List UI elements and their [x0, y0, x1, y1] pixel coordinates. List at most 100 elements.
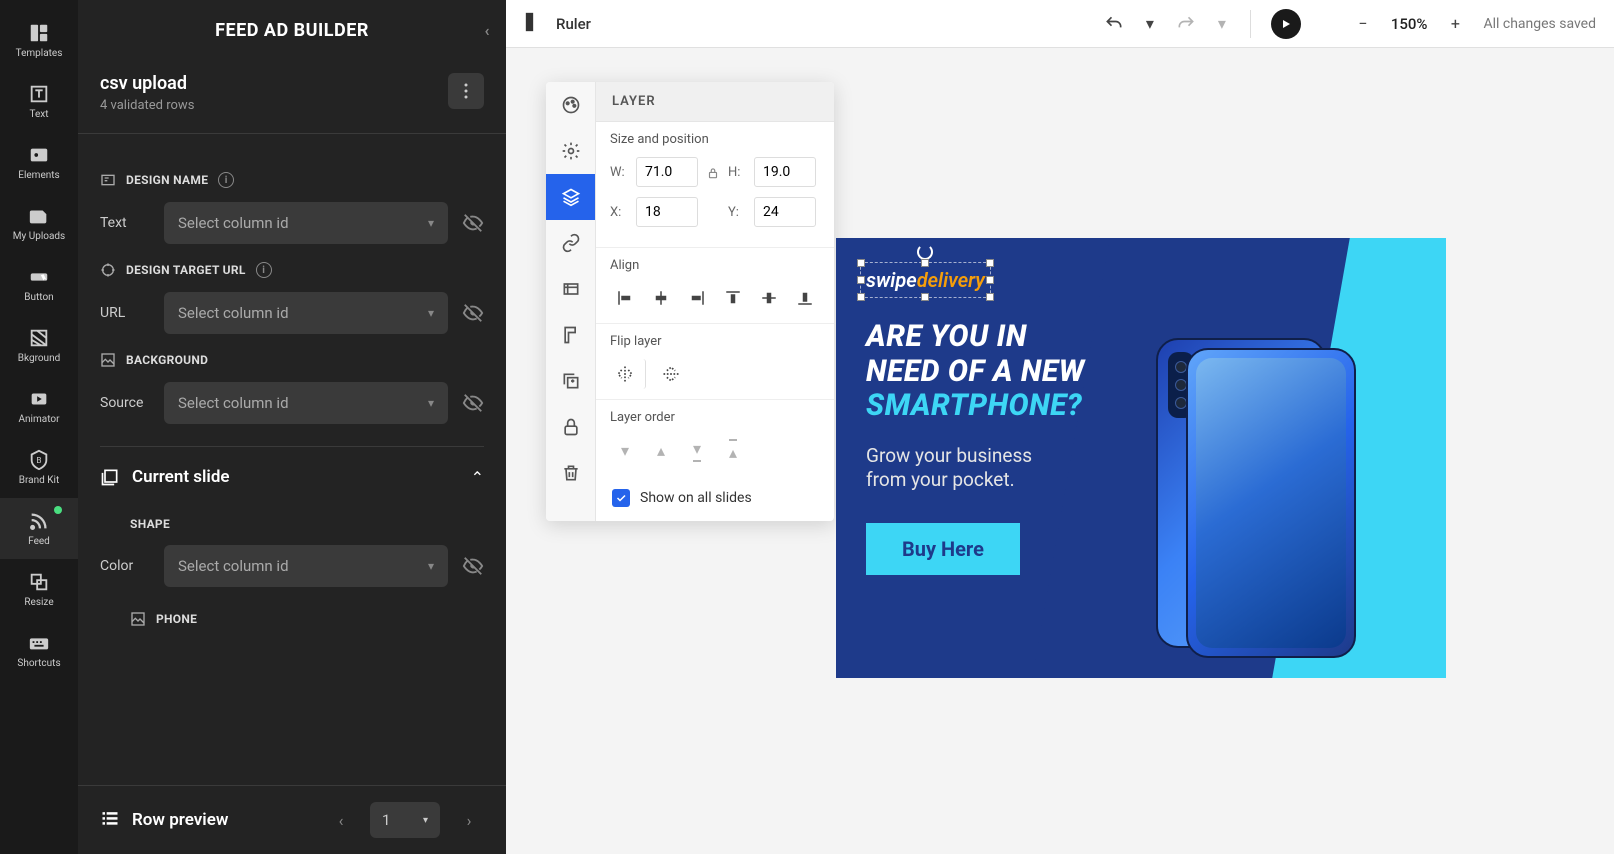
selected-logo-element[interactable]: swipedelivery	[866, 268, 985, 292]
align-top-button[interactable]	[718, 283, 748, 313]
info-icon[interactable]: i	[218, 172, 234, 188]
tool-background[interactable]: Bkground	[0, 315, 78, 376]
current-slide-toggle[interactable]: Current slide ⌃	[100, 455, 484, 499]
more-button[interactable]	[448, 73, 484, 109]
rotate-handle-icon[interactable]	[917, 244, 933, 260]
undo-dropdown[interactable]: ▾	[1142, 10, 1158, 38]
target-url-select[interactable]: Select column id ▾	[164, 292, 448, 334]
animator-icon	[28, 388, 50, 410]
play-button[interactable]	[1271, 9, 1301, 39]
tool-templates[interactable]: Templates	[0, 10, 78, 71]
visibility-toggle[interactable]	[462, 555, 484, 577]
text-field-icon	[100, 172, 116, 188]
ad-headline[interactable]: ARE YOU IN NEED OF A NEW SMARTPHONE?	[866, 320, 1085, 424]
align-left-button[interactable]	[610, 283, 640, 313]
layer-tab-settings[interactable]	[546, 128, 595, 174]
order-front-button[interactable]: ▴	[718, 435, 748, 465]
layer-tab-lock[interactable]	[546, 404, 595, 450]
height-input[interactable]	[754, 157, 816, 187]
width-input[interactable]	[636, 157, 698, 187]
order-back-button[interactable]: ▾	[610, 435, 640, 465]
align-label: Align	[610, 258, 820, 273]
tool-label: Text	[29, 109, 48, 120]
templates-icon	[28, 22, 50, 44]
ad-cta-button[interactable]: Buy Here	[866, 523, 1020, 575]
tool-feed[interactable]: Feed	[0, 498, 78, 559]
zoom-out-button[interactable]: −	[1349, 10, 1377, 38]
slide-icon	[100, 467, 120, 487]
layer-tab-palette[interactable]	[546, 82, 595, 128]
align-bottom-button[interactable]	[790, 283, 820, 313]
layer-tab-layers[interactable]	[546, 174, 595, 220]
flip-horizontal-button[interactable]	[610, 359, 646, 389]
canvas[interactable]: LAYER Size and position W: H: X: Y:	[506, 48, 1614, 854]
phone-image[interactable]	[1156, 338, 1356, 658]
layer-tab-duplicate[interactable]	[546, 358, 595, 404]
flip-vertical-button[interactable]	[656, 359, 686, 389]
redo-button[interactable]	[1172, 10, 1200, 38]
x-input[interactable]	[636, 197, 698, 227]
current-slide-label: Current slide	[132, 467, 230, 487]
background-heading: BACKGROUND	[100, 352, 484, 368]
order-label: Layer order	[610, 410, 820, 425]
tool-button[interactable]: Button	[0, 254, 78, 315]
field-label-url: URL	[100, 305, 150, 321]
design-name-select[interactable]: Select column id ▾	[164, 202, 448, 244]
prev-row-button[interactable]: ‹	[326, 805, 356, 835]
tool-uploads[interactable]: My Uploads	[0, 193, 78, 254]
button-icon	[28, 266, 50, 288]
tool-elements[interactable]: Elements	[0, 132, 78, 193]
layer-tab-crop[interactable]	[546, 266, 595, 312]
shape-heading: SHAPE	[130, 517, 484, 531]
layer-panel-title: LAYER	[596, 82, 834, 122]
ad-subheading[interactable]: Grow your business from your pocket.	[866, 444, 1085, 493]
order-forward-button[interactable]: ▾	[682, 435, 712, 465]
tool-resize[interactable]: Resize	[0, 559, 78, 620]
chevron-down-icon: ▾	[428, 559, 434, 573]
visibility-toggle[interactable]	[462, 392, 484, 414]
active-dot-icon	[54, 506, 62, 514]
tool-text[interactable]: Text	[0, 71, 78, 132]
tool-shortcuts[interactable]: Shortcuts	[0, 620, 78, 681]
flip-label: Flip layer	[610, 334, 820, 349]
redo-dropdown[interactable]: ▾	[1214, 10, 1230, 38]
zoom-in-button[interactable]: +	[1441, 10, 1469, 38]
svg-text:B: B	[36, 456, 41, 466]
image-icon	[100, 352, 116, 368]
collapse-sidebar-button[interactable]: ‹	[485, 21, 491, 40]
row-select[interactable]: 1 ▾	[370, 802, 440, 838]
tool-brandkit[interactable]: B Brand Kit	[0, 437, 78, 498]
layer-tab-delete[interactable]	[546, 450, 595, 496]
align-right-button[interactable]	[682, 283, 712, 313]
undo-button[interactable]	[1100, 10, 1128, 38]
show-all-slides-checkbox[interactable]	[612, 489, 630, 507]
align-center-h-button[interactable]	[646, 283, 676, 313]
background-select[interactable]: Select column id ▾	[164, 382, 448, 424]
visibility-toggle[interactable]	[462, 302, 484, 324]
info-icon[interactable]: i	[256, 262, 272, 278]
resize-icon	[28, 571, 50, 593]
tool-label: Bkground	[18, 353, 61, 364]
tool-label: Elements	[18, 170, 59, 181]
layer-tab-format[interactable]	[546, 312, 595, 358]
zoom-level[interactable]: 150%	[1391, 15, 1428, 33]
tool-label: Brand Kit	[19, 475, 59, 486]
topbar: Ruler ▾ ▾ − 150% + All changes saved	[506, 0, 1614, 48]
visibility-toggle[interactable]	[462, 212, 484, 234]
tool-animator[interactable]: Animator	[0, 376, 78, 437]
ruler-icon[interactable]	[524, 11, 546, 37]
layer-tab-link[interactable]	[546, 220, 595, 266]
ad-preview[interactable]: swipedelivery ARE YOU IN NEED OF A NEW S…	[836, 238, 1446, 678]
main-area: Ruler ▾ ▾ − 150% + All changes saved	[506, 0, 1614, 854]
align-center-v-button[interactable]	[754, 283, 784, 313]
lock-aspect-icon[interactable]	[706, 165, 720, 179]
upload-title: csv upload	[100, 73, 194, 94]
list-icon	[100, 808, 120, 833]
shape-color-select[interactable]: Select column id ▾	[164, 545, 448, 587]
design-name-heading: DESIGN NAME i	[100, 172, 484, 188]
order-backward-button[interactable]: ▴	[646, 435, 676, 465]
next-row-button[interactable]: ›	[454, 805, 484, 835]
target-url-heading: DESIGN TARGET URL i	[100, 262, 484, 278]
y-input[interactable]	[754, 197, 816, 227]
size-position-label: Size and position	[610, 132, 820, 147]
